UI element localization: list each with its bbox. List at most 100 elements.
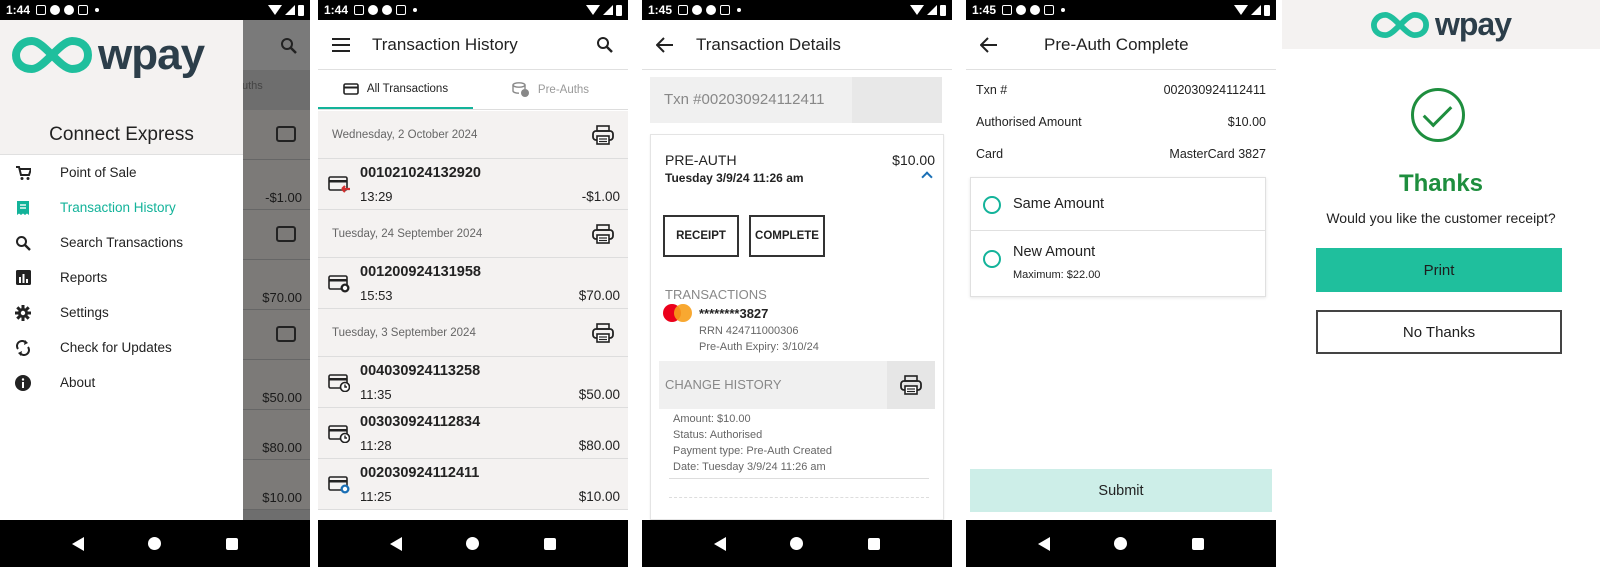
menu-item-check-for-updates[interactable]: Check for Updates [0,330,243,365]
transactions-section-label: TRANSACTIONS [665,287,767,302]
menu-item-label: Check for Updates [60,340,172,355]
detail-label: Card [976,147,1004,161]
menu-item-settings[interactable]: Settings [0,295,243,330]
tab-bar: All Transactions Pre-Auths [318,70,628,110]
back-arrow-icon[interactable] [980,36,998,53]
recents-nav-icon[interactable] [225,537,238,550]
print-button[interactable]: Print [1316,248,1562,292]
print-icon[interactable] [592,322,614,343]
transaction-row[interactable]: 004030924113258 11:35 $50.00 [318,357,628,408]
status-icons [354,5,418,15]
transaction-id: 001200924131958 [360,264,481,280]
home-nav-icon[interactable] [466,537,480,550]
thanks-heading: Thanks [1398,170,1484,197]
home-nav-icon[interactable] [148,537,162,550]
history-status: Status: Authorised [673,429,763,441]
card-clock-icon [328,374,350,392]
transaction-time: 15:53 [360,288,393,303]
underlay-amount: $70.00 [262,290,302,305]
transaction-amount: $80.00 [578,438,620,453]
status-bar: 1:44 [318,0,628,20]
receipt-button[interactable]: RECEIPT [663,215,739,257]
screen-pre-auth-complete: 1:45 Pre-Auth Complete Txn # 00203092411… [966,0,1276,567]
status-right-icons [586,4,622,16]
search-icon[interactable] [596,36,614,54]
transaction-amount: $50.00 [578,387,620,402]
menu-item-search-transactions[interactable]: Search Transactions [0,225,243,260]
history-date: Date: Tuesday 3/9/24 11:26 am [673,461,826,473]
menu-item-reports[interactable]: Reports [0,260,243,295]
tab-pre-auths[interactable]: Pre-Auths [473,70,628,109]
cart-icon [14,164,32,182]
tab-all-transactions[interactable]: All Transactions [318,70,473,109]
wpay-logo: wpay [12,30,205,80]
detail-value: 002030924112411 [1163,83,1266,97]
transaction-time: 13:29 [360,189,393,204]
transaction-row[interactable]: 003030924112834 11:28 $80.00 [318,408,628,459]
hamburger-menu-icon[interactable] [332,37,350,52]
chart-icon [14,269,32,287]
status-right-icons [910,4,946,16]
transaction-row[interactable]: 001021024132920 13:29 -$1.00 [318,159,628,210]
card-coins-icon [328,275,350,293]
home-nav-icon[interactable] [790,537,804,550]
transaction-id: 002030924112411 [360,465,480,481]
card-number: ********3827 [699,306,769,321]
radio-button[interactable] [983,250,1001,268]
print-icon[interactable] [592,124,614,145]
transaction-row[interactable]: 002030924112411 11:25 $10.00 [318,459,628,510]
back-nav-icon[interactable] [390,536,403,551]
app-bar: Transaction Details [642,20,952,70]
option-same-amount[interactable]: Same Amount [971,178,1265,231]
back-nav-icon[interactable] [1038,536,1051,551]
recents-nav-icon[interactable] [1191,537,1204,550]
option-sublabel: Maximum: $22.00 [1013,269,1101,281]
option-label: Same Amount [1013,196,1105,212]
home-nav-icon[interactable] [1114,537,1128,550]
detail-row-card: Card MasterCard 3827 [966,138,1276,170]
recents-nav-icon[interactable] [867,537,880,550]
system-nav-bar [642,520,952,567]
radio-button[interactable] [983,196,1001,214]
transaction-amount: $70.00 [578,288,620,303]
back-arrow-icon[interactable] [656,36,674,53]
print-button[interactable] [887,361,935,409]
status-right-icons [268,4,304,16]
screen-navigation-drawer: 1:44 uths -$1.00 $70.00 $50.00 $80.00 $1… [0,0,310,567]
no-thanks-button[interactable]: No Thanks [1316,310,1562,354]
submit-button[interactable]: Submit [970,469,1272,512]
mastercard-icon [663,304,695,322]
screen-transaction-history: 1:44 Transaction History All Transaction… [318,0,628,567]
nav-drawer: wpay Connect Express Point of Sale Trans… [0,20,243,520]
chevron-up-icon[interactable] [921,171,933,183]
transaction-row[interactable]: 001200924131958 15:53 $70.00 [318,258,628,309]
menu-item-about[interactable]: About [0,365,243,400]
app-title: Connect Express [49,124,194,145]
history-payment-type: Payment type: Pre-Auth Created [673,445,832,457]
transaction-id: 004030924113258 [360,363,481,379]
brand-wordmark: wpay [98,30,205,79]
complete-button[interactable]: COMPLETE [749,215,825,257]
transaction-time: 11:28 [360,438,392,453]
menu-item-transaction-history[interactable]: Transaction History [0,190,243,225]
detail-value: MasterCard 3827 [1169,147,1266,161]
back-nav-icon[interactable] [714,536,727,551]
change-history-header: CHANGE HISTORY [659,361,935,409]
print-icon[interactable] [592,223,614,244]
back-nav-icon[interactable] [72,536,85,551]
underlay-search-icon [281,38,297,54]
recents-nav-icon[interactable] [543,537,556,550]
option-new-amount[interactable]: New Amount Maximum: $22.00 [971,232,1265,296]
transaction-date: Tuesday 3/9/24 11:26 am [665,171,804,185]
rrn-value: RRN 424711000306 [699,325,799,337]
menu-item-point-of-sale[interactable]: Point of Sale [0,155,243,190]
page-title: Pre-Auth Complete [1044,34,1189,54]
transaction-type: PRE-AUTH [665,152,737,168]
pre-auth-card: PRE-AUTH $10.00 Tuesday 3/9/24 11:26 am … [650,134,944,520]
date-group-header: Tuesday, 24 September 2024 [318,210,628,258]
wpay-infinity-icon [1370,11,1429,38]
sync-icon [14,339,32,357]
status-icons [36,5,100,15]
txn-number-banner: Txn #002030924112411 [650,77,942,123]
status-bar: 1:45 [642,0,952,20]
